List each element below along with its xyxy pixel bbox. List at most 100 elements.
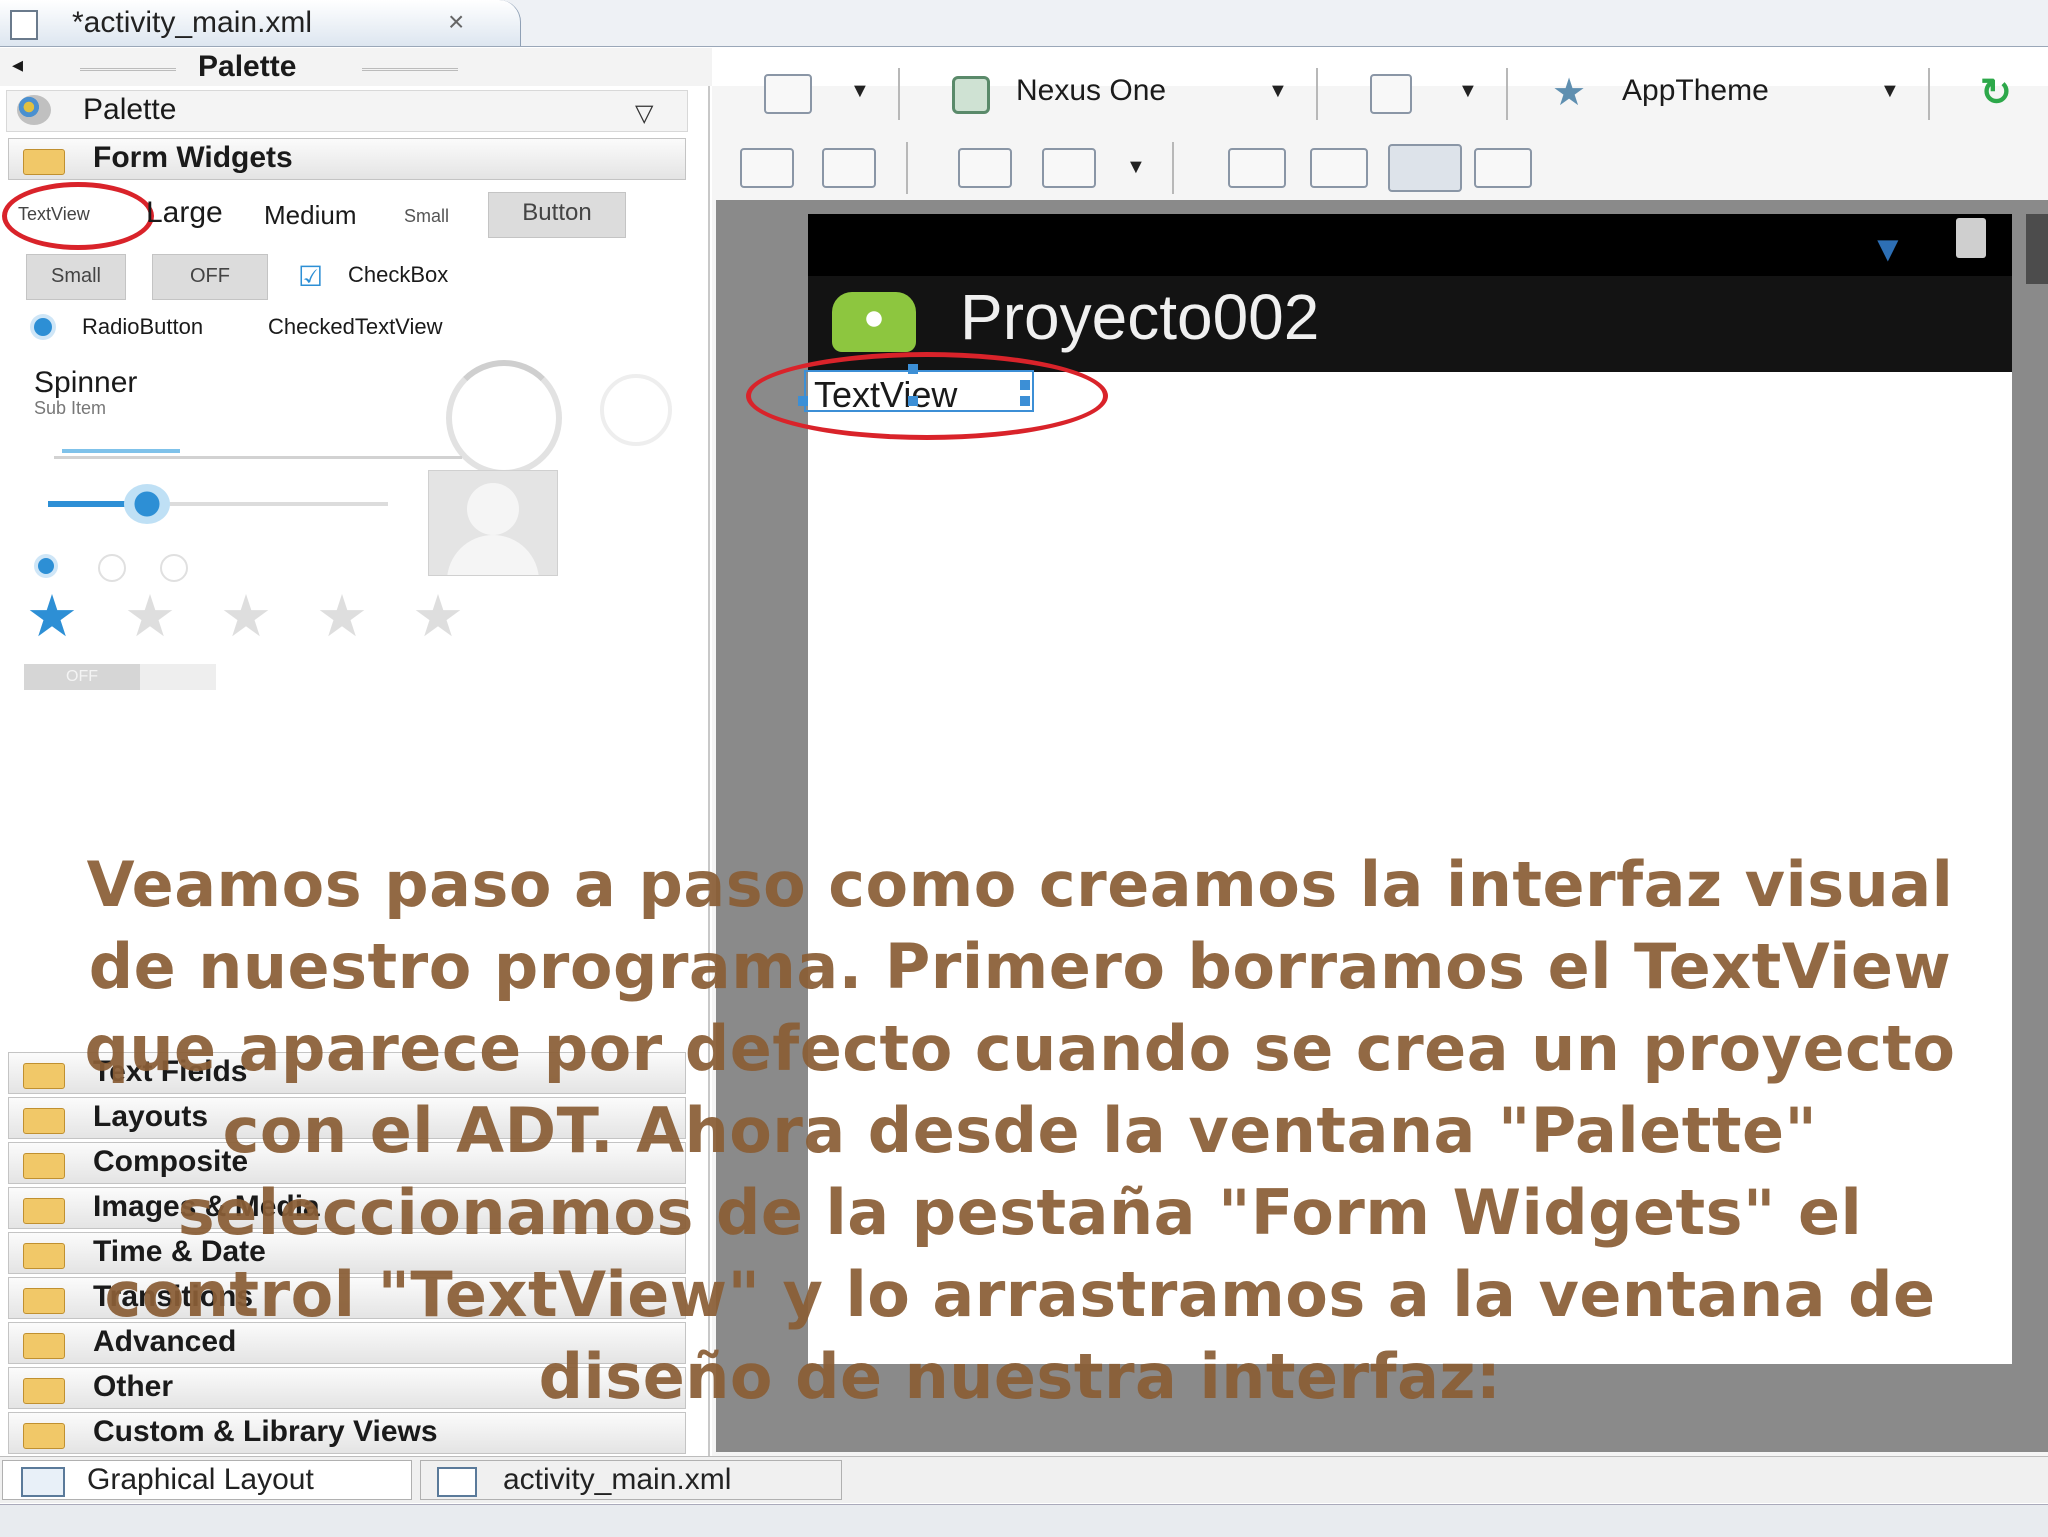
- palette-view-title: Palette: [198, 50, 297, 83]
- clear-weights-icon[interactable]: [1310, 148, 1368, 188]
- collapse-arrow-icon[interactable]: ◂: [12, 52, 23, 78]
- toolbar-separator: [906, 142, 908, 194]
- folder-icon: [23, 1423, 65, 1449]
- device-icon: [952, 76, 990, 114]
- palette-selector-label: Palette: [83, 93, 177, 126]
- chevron-down-icon[interactable]: ▼: [1268, 80, 1288, 103]
- palette-icon: [17, 95, 51, 125]
- radiogroup-option-icon[interactable]: [160, 554, 188, 582]
- theme-star-icon: ★: [1552, 72, 1587, 114]
- signal-icon: ▼: [1870, 228, 1906, 269]
- tab-label: Graphical Layout: [87, 1463, 314, 1496]
- widget-spinner-subitem: Sub Item: [34, 398, 107, 418]
- widget-large-text[interactable]: Large: [146, 196, 223, 230]
- tab-xml-source[interactable]: activity_main.xml: [420, 1460, 842, 1500]
- folder-open-icon: [23, 149, 65, 175]
- refresh-icon[interactable]: ↻: [1980, 70, 2012, 115]
- slide-caption: Veamos paso a paso como creamos la inter…: [84, 848, 1956, 1413]
- gravity-icon[interactable]: [1042, 148, 1096, 188]
- chevron-down-icon[interactable]: ▼: [850, 80, 870, 103]
- editor-tab-activity-main[interactable]: *activity_main.xml ×: [0, 0, 521, 46]
- vertical-orientation-icon[interactable]: [1474, 148, 1532, 188]
- category-form-widgets[interactable]: Form Widgets: [8, 138, 686, 180]
- resize-handle[interactable]: [798, 396, 808, 406]
- orientation-icon[interactable]: [1370, 74, 1412, 114]
- toolbar-separator: [1316, 68, 1318, 120]
- editor-tab-title: *activity_main.xml: [72, 6, 313, 39]
- switch-thumb: OFF: [24, 664, 140, 690]
- close-icon[interactable]: ×: [448, 6, 464, 38]
- star-empty-icon: ★: [316, 584, 368, 649]
- widget-small-text[interactable]: Small: [404, 206, 449, 227]
- folder-icon: [23, 1108, 65, 1134]
- tab-graphical-layout[interactable]: Graphical Layout: [2, 1460, 412, 1500]
- star-empty-icon: ★: [412, 584, 464, 649]
- seekbar-thumb[interactable]: [124, 484, 170, 524]
- checkbox-check-icon: ☑: [298, 261, 324, 292]
- widget-button[interactable]: Button: [488, 192, 626, 238]
- folder-icon: [23, 1288, 65, 1314]
- resize-handle[interactable]: [1020, 396, 1030, 406]
- toolbar-separator: [1506, 68, 1508, 120]
- battery-icon: [1956, 218, 1986, 258]
- distribute-weights-icon[interactable]: [1228, 148, 1286, 188]
- chevron-down-icon[interactable]: ▼: [1458, 80, 1478, 103]
- radiogroup-option-icon[interactable]: [98, 554, 126, 582]
- chevron-down-icon[interactable]: ▽: [635, 99, 653, 128]
- resize-handle[interactable]: [908, 364, 918, 374]
- theme-selector[interactable]: AppTheme: [1622, 74, 1769, 108]
- star-empty-icon: ★: [124, 584, 176, 649]
- widget-switch[interactable]: OFF: [24, 664, 216, 690]
- layout-icon: [21, 1467, 65, 1497]
- widget-small-button-label: Small: [50, 265, 101, 287]
- widget-ratingbar[interactable]: ★ ★ ★ ★ ★: [26, 588, 506, 652]
- widget-checkedtextview[interactable]: CheckedTextView: [268, 314, 442, 340]
- widget-radiobutton[interactable]: RadioButton: [82, 314, 203, 340]
- android-app-icon: [832, 292, 916, 352]
- widget-medium-text[interactable]: Medium: [264, 200, 356, 231]
- folder-icon: [23, 1333, 65, 1359]
- palette-view-header: ◂ Palette: [0, 48, 712, 86]
- widget-small-button[interactable]: Small: [26, 254, 126, 300]
- folder-icon: [23, 1198, 65, 1224]
- folder-icon: [23, 1243, 65, 1269]
- widget-quickcontactbadge[interactable]: [428, 470, 558, 576]
- category-label: Custom & Library Views: [93, 1415, 438, 1448]
- palette-selector[interactable]: Palette ▽: [6, 90, 688, 132]
- folder-icon: [23, 1378, 65, 1404]
- xml-icon: [437, 1467, 477, 1497]
- folder-icon: [23, 1153, 65, 1179]
- tab-label: activity_main.xml: [503, 1463, 732, 1496]
- highlight-circle: [2, 182, 154, 250]
- widget-progress-medium[interactable]: [600, 374, 672, 446]
- chevron-down-icon[interactable]: ▼: [1880, 80, 1900, 103]
- horizontal-orientation-icon[interactable]: [1388, 144, 1462, 192]
- outline-panel-edge: [2026, 214, 2048, 284]
- views-tab-strip: [0, 1504, 2048, 1537]
- category-label: Form Widgets: [93, 141, 293, 174]
- progress-fill: [62, 449, 180, 453]
- widget-toggle-label: OFF: [190, 265, 230, 287]
- category-custom-library-views[interactable]: Custom & Library Views: [8, 1412, 686, 1454]
- toggle-fill-width-icon[interactable]: [740, 148, 794, 188]
- toggle-fill-height-icon[interactable]: [822, 148, 876, 188]
- phone-status-bar: ▼: [808, 214, 2012, 276]
- resize-handle[interactable]: [1020, 380, 1030, 390]
- layout-file-icon[interactable]: [764, 74, 812, 114]
- toolbar-separator: [898, 68, 900, 120]
- resize-handle[interactable]: [908, 396, 918, 406]
- radiogroup-selected-icon[interactable]: [38, 558, 54, 574]
- widget-progress-horizontal[interactable]: [54, 456, 462, 459]
- chevron-down-icon[interactable]: ▼: [1126, 156, 1146, 179]
- widget-toggle-button[interactable]: OFF: [152, 254, 268, 300]
- star-empty-icon: ★: [220, 584, 272, 649]
- grip-line: [80, 68, 176, 71]
- toolbar-separator: [1928, 68, 1930, 120]
- widget-spinner[interactable]: Spinner: [34, 366, 137, 400]
- radio-selected-icon: [34, 318, 52, 336]
- widget-button-label: Button: [522, 199, 592, 226]
- widget-progress-large[interactable]: [446, 360, 562, 476]
- device-selector[interactable]: Nexus One: [1016, 74, 1166, 108]
- margins-icon[interactable]: [958, 148, 1012, 188]
- widget-checkbox[interactable]: CheckBox: [348, 262, 448, 288]
